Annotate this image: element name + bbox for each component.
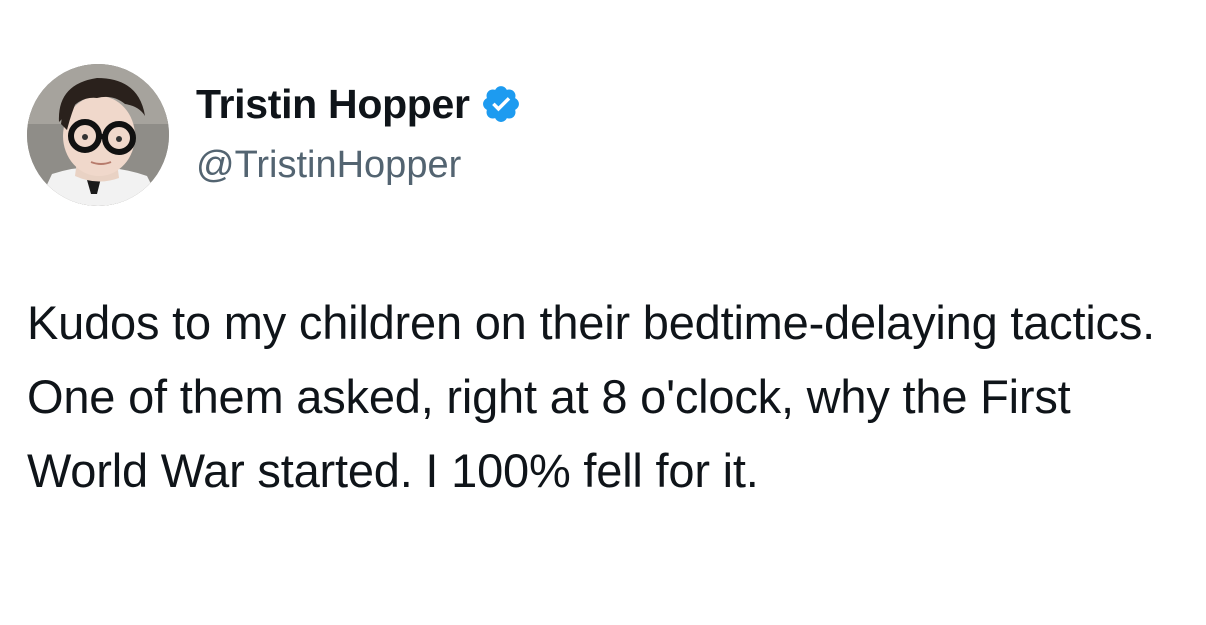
tweet-text: Kudos to my children on their bedtime-de… <box>27 296 1156 497</box>
verified-badge-icon <box>480 83 522 125</box>
avatar[interactable] <box>27 64 169 206</box>
display-name[interactable]: Tristin Hopper <box>196 81 470 128</box>
name-row: Tristin Hopper <box>196 78 522 130</box>
profile-photo-icon <box>27 64 169 206</box>
author-block: Tristin Hopper @TristinHopper <box>196 78 522 187</box>
user-handle[interactable]: @TristinHopper <box>196 144 522 187</box>
tweet-card: Tristin Hopper @TristinHopper Kudos to m… <box>0 0 1206 625</box>
